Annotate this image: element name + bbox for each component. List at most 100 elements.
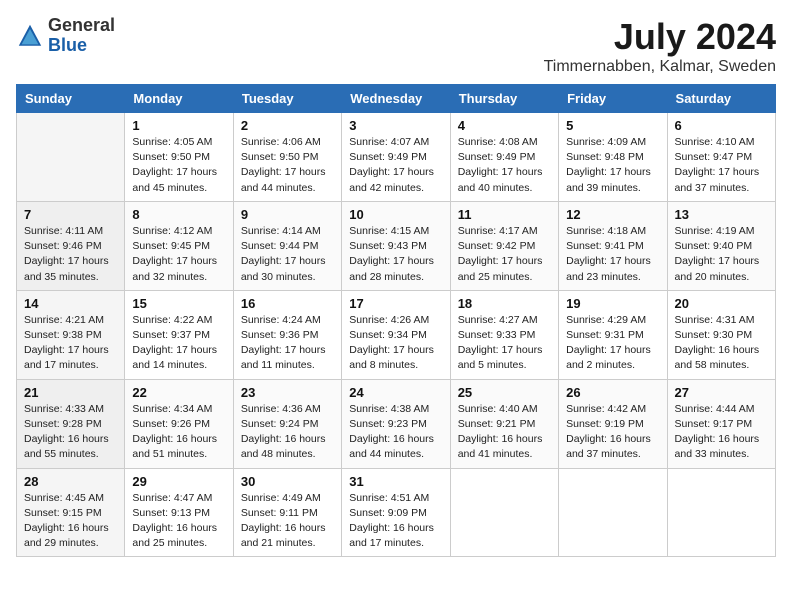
day-number: 4 bbox=[458, 118, 551, 133]
day-cell: 13Sunrise: 4:19 AM Sunset: 9:40 PM Dayli… bbox=[667, 201, 775, 290]
day-info: Sunrise: 4:24 AM Sunset: 9:36 PM Dayligh… bbox=[241, 313, 334, 374]
day-cell: 14 Sunrise: 4:21 AM Sunset: 9:38 PM Dayli… bbox=[17, 290, 125, 379]
day-cell: 18 Sunrise: 4:27 AM Sunset: 9:33 PM Dayli… bbox=[450, 290, 558, 379]
day-cell: 30 Sunrise: 4:49 AM Sunset: 9:11 PM Dayli… bbox=[233, 468, 341, 557]
day-cell: 2 Sunrise: 4:06 AM Sunset: 9:50 PM Daylig… bbox=[233, 113, 341, 202]
day-number: 27 bbox=[675, 385, 768, 400]
day-number: 14 bbox=[24, 296, 117, 311]
day-info: Sunrise: 4:17 AM Sunset: 9:42 PM Dayligh… bbox=[458, 224, 551, 285]
day-info: Sunrise: 4:33 AM Sunset: 9:28 PM Dayligh… bbox=[24, 402, 117, 463]
day-info: Sunrise: 4:21 AM Sunset: 9:38 PM Dayligh… bbox=[24, 313, 117, 374]
col-thursday: Thursday bbox=[450, 85, 558, 113]
day-number: 29 bbox=[132, 474, 225, 489]
day-cell: 23 Sunrise: 4:36 AM Sunset: 9:24 PM Dayli… bbox=[233, 379, 341, 468]
day-info: Sunrise: 4:51 AM Sunset: 9:09 PM Dayligh… bbox=[349, 491, 442, 552]
day-number: 26 bbox=[566, 385, 659, 400]
day-number: 24 bbox=[349, 385, 442, 400]
logo-general: General bbox=[48, 16, 115, 36]
day-info: Sunrise: 4:12 AM Sunset: 9:45 PM Dayligh… bbox=[132, 224, 225, 285]
col-wednesday: Wednesday bbox=[342, 85, 450, 113]
logo-text: General Blue bbox=[48, 16, 115, 56]
day-info: Sunrise: 4:47 AM Sunset: 9:13 PM Dayligh… bbox=[132, 491, 225, 552]
day-cell: 5 Sunrise: 4:09 AM Sunset: 9:48 PM Daylig… bbox=[559, 113, 667, 202]
day-cell: 25Sunrise: 4:40 AM Sunset: 9:21 PM Dayli… bbox=[450, 379, 558, 468]
day-number: 7 bbox=[24, 207, 117, 222]
week-row-2: 7 Sunrise: 4:11 AM Sunset: 9:46 PM Daylig… bbox=[17, 201, 776, 290]
day-info: Sunrise: 4:07 AM Sunset: 9:49 PM Dayligh… bbox=[349, 135, 442, 196]
day-number: 17 bbox=[349, 296, 442, 311]
logo-icon bbox=[16, 22, 44, 50]
header: General Blue July 2024 Timmernabben, Kal… bbox=[16, 16, 776, 76]
day-info: Sunrise: 4:29 AM Sunset: 9:31 PM Dayligh… bbox=[566, 313, 659, 374]
day-cell bbox=[450, 468, 558, 557]
day-number: 18 bbox=[458, 296, 551, 311]
day-info: Sunrise: 4:14 AM Sunset: 9:44 PM Dayligh… bbox=[241, 224, 334, 285]
day-info: Sunrise: 4:49 AM Sunset: 9:11 PM Dayligh… bbox=[241, 491, 334, 552]
col-monday: Monday bbox=[125, 85, 233, 113]
day-number: 22 bbox=[132, 385, 225, 400]
day-info: Sunrise: 4:26 AM Sunset: 9:34 PM Dayligh… bbox=[349, 313, 442, 374]
day-info: Sunrise: 4:06 AM Sunset: 9:50 PM Dayligh… bbox=[241, 135, 334, 196]
day-cell: 26 Sunrise: 4:42 AM Sunset: 9:19 PM Dayli… bbox=[559, 379, 667, 468]
col-sunday: Sunday bbox=[17, 85, 125, 113]
day-info: Sunrise: 4:31 AM Sunset: 9:30 PM Dayligh… bbox=[675, 313, 768, 374]
day-number: 23 bbox=[241, 385, 334, 400]
header-row: Sunday Monday Tuesday Wednesday Thursday… bbox=[17, 85, 776, 113]
day-number: 6 bbox=[675, 118, 768, 133]
day-number: 5 bbox=[566, 118, 659, 133]
day-info: Sunrise: 4:45 AM Sunset: 9:15 PM Dayligh… bbox=[24, 491, 117, 552]
day-number: 21 bbox=[24, 385, 117, 400]
day-number: 30 bbox=[241, 474, 334, 489]
day-cell: 17 Sunrise: 4:26 AM Sunset: 9:34 PM Dayli… bbox=[342, 290, 450, 379]
day-cell: 21 Sunrise: 4:33 AM Sunset: 9:28 PM Dayli… bbox=[17, 379, 125, 468]
day-number: 11 bbox=[458, 207, 551, 222]
day-cell: 15 Sunrise: 4:22 AM Sunset: 9:37 PM Dayli… bbox=[125, 290, 233, 379]
day-info: Sunrise: 4:27 AM Sunset: 9:33 PM Dayligh… bbox=[458, 313, 551, 374]
day-cell: 31 Sunrise: 4:51 AM Sunset: 9:09 PM Dayli… bbox=[342, 468, 450, 557]
day-number: 16 bbox=[241, 296, 334, 311]
col-friday: Friday bbox=[559, 85, 667, 113]
day-number: 19 bbox=[566, 296, 659, 311]
day-number: 8 bbox=[132, 207, 225, 222]
logo-blue: Blue bbox=[48, 36, 115, 56]
day-info: Sunrise: 4:42 AM Sunset: 9:19 PM Dayligh… bbox=[566, 402, 659, 463]
day-cell: 7 Sunrise: 4:11 AM Sunset: 9:46 PM Daylig… bbox=[17, 201, 125, 290]
calendar-table: Sunday Monday Tuesday Wednesday Thursday… bbox=[16, 84, 776, 557]
day-cell: 29 Sunrise: 4:47 AM Sunset: 9:13 PM Dayli… bbox=[125, 468, 233, 557]
location-title: Timmernabben, Kalmar, Sweden bbox=[544, 58, 776, 76]
day-number: 15 bbox=[132, 296, 225, 311]
day-cell: 20 Sunrise: 4:31 AM Sunset: 9:30 PM Dayli… bbox=[667, 290, 775, 379]
week-row-3: 14 Sunrise: 4:21 AM Sunset: 9:38 PM Dayli… bbox=[17, 290, 776, 379]
day-info: Sunrise: 4:11 AM Sunset: 9:46 PM Dayligh… bbox=[24, 224, 117, 285]
day-cell: 24 Sunrise: 4:38 AM Sunset: 9:23 PM Dayli… bbox=[342, 379, 450, 468]
day-info: Sunrise: 4:08 AM Sunset: 9:49 PM Dayligh… bbox=[458, 135, 551, 196]
day-info: Sunrise: 4:19 AM Sunset: 9:40 PM Dayligh… bbox=[675, 224, 768, 285]
day-info: Sunrise: 4:36 AM Sunset: 9:24 PM Dayligh… bbox=[241, 402, 334, 463]
col-saturday: Saturday bbox=[667, 85, 775, 113]
day-cell: 19 Sunrise: 4:29 AM Sunset: 9:31 PM Dayli… bbox=[559, 290, 667, 379]
day-number: 31 bbox=[349, 474, 442, 489]
day-cell: 27Sunrise: 4:44 AM Sunset: 9:17 PM Dayli… bbox=[667, 379, 775, 468]
day-cell: 22 Sunrise: 4:34 AM Sunset: 9:26 PM Dayli… bbox=[125, 379, 233, 468]
day-number: 25 bbox=[458, 385, 551, 400]
month-title: July 2024 bbox=[544, 16, 776, 58]
col-tuesday: Tuesday bbox=[233, 85, 341, 113]
day-number: 9 bbox=[241, 207, 334, 222]
day-cell: 28Sunrise: 4:45 AM Sunset: 9:15 PM Dayli… bbox=[17, 468, 125, 557]
day-info: Sunrise: 4:34 AM Sunset: 9:26 PM Dayligh… bbox=[132, 402, 225, 463]
day-cell: 1 Sunrise: 4:05 AM Sunset: 9:50 PM Daylig… bbox=[125, 113, 233, 202]
day-info: Sunrise: 4:15 AM Sunset: 9:43 PM Dayligh… bbox=[349, 224, 442, 285]
day-info: Sunrise: 4:22 AM Sunset: 9:37 PM Dayligh… bbox=[132, 313, 225, 374]
day-cell: 16 Sunrise: 4:24 AM Sunset: 9:36 PM Dayli… bbox=[233, 290, 341, 379]
week-row-4: 21 Sunrise: 4:33 AM Sunset: 9:28 PM Dayli… bbox=[17, 379, 776, 468]
day-cell: 3Sunrise: 4:07 AM Sunset: 9:49 PM Daylig… bbox=[342, 113, 450, 202]
day-info: Sunrise: 4:38 AM Sunset: 9:23 PM Dayligh… bbox=[349, 402, 442, 463]
day-info: Sunrise: 4:09 AM Sunset: 9:48 PM Dayligh… bbox=[566, 135, 659, 196]
day-number: 20 bbox=[675, 296, 768, 311]
day-number: 2 bbox=[241, 118, 334, 133]
day-info: Sunrise: 4:05 AM Sunset: 9:50 PM Dayligh… bbox=[132, 135, 225, 196]
day-cell: 9 Sunrise: 4:14 AM Sunset: 9:44 PM Daylig… bbox=[233, 201, 341, 290]
day-cell: 11 Sunrise: 4:17 AM Sunset: 9:42 PM Dayli… bbox=[450, 201, 558, 290]
day-number: 1 bbox=[132, 118, 225, 133]
logo: General Blue bbox=[16, 16, 115, 56]
